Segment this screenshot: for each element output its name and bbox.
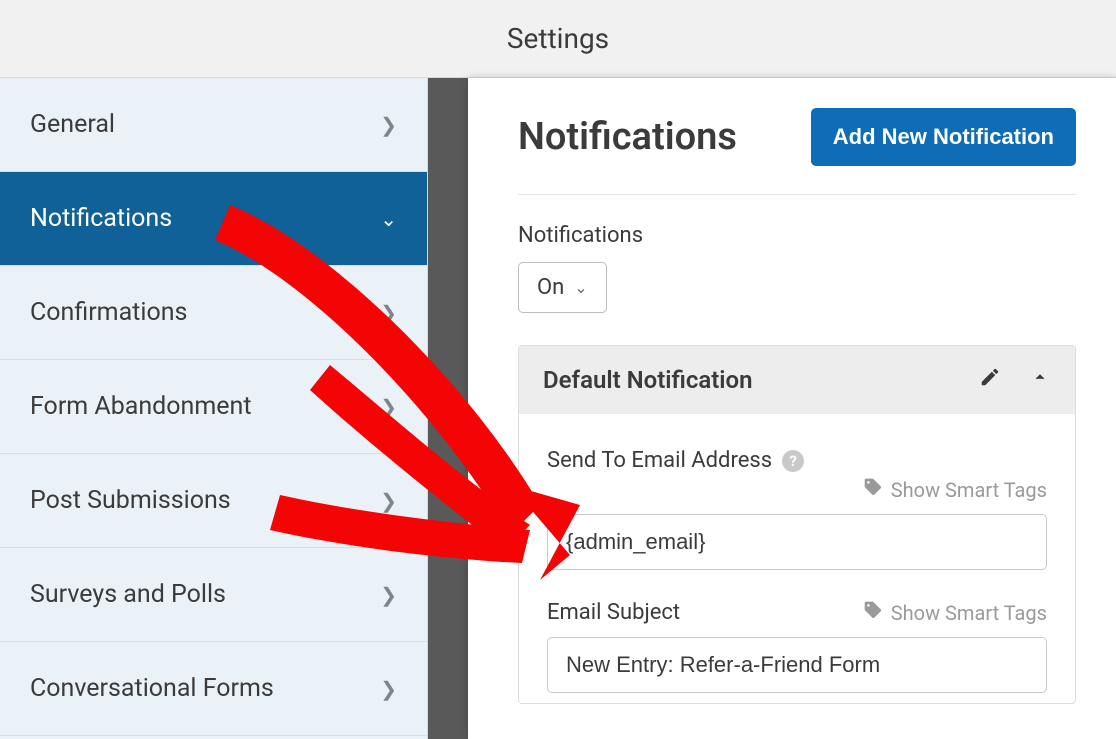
chevron-right-icon: ❯ [380, 113, 397, 137]
email-subject-label: Email Subject [547, 600, 680, 625]
show-smart-tags-link[interactable]: Show Smart Tags [863, 477, 1047, 502]
sidebar-item-confirmations[interactable]: Confirmations ❯ [0, 266, 427, 360]
notifications-toggle-select[interactable]: On ⌄ [518, 262, 607, 313]
sidebar-item-conversational-forms[interactable]: Conversational Forms ❯ [0, 642, 427, 736]
send-to-email-input[interactable] [547, 514, 1047, 570]
sidebar-item-label: Form Abandonment [30, 392, 252, 421]
panel-title: Notifications [518, 115, 737, 159]
chevron-right-icon: ❯ [380, 301, 397, 325]
card-body: Send To Email Address ? Show Smart Tags [519, 414, 1075, 703]
panel-header: Notifications Add New Notification [518, 108, 1076, 195]
sidebar-item-label: Surveys and Polls [30, 580, 226, 609]
chevron-down-icon: ⌄ [380, 207, 397, 231]
collapse-icon[interactable] [1029, 366, 1051, 394]
top-bar: Settings [0, 0, 1116, 78]
sidebar-item-label: General [30, 110, 115, 139]
page-title: Settings [507, 22, 609, 55]
card-actions [979, 366, 1051, 394]
settings-sidebar: General ❯ Notifications ⌄ Confirmations … [0, 78, 428, 739]
tag-icon [863, 600, 883, 625]
add-new-notification-button[interactable]: Add New Notification [811, 108, 1076, 166]
sidebar-item-general[interactable]: General ❯ [0, 78, 427, 172]
show-smart-tags-link[interactable]: Show Smart Tags [863, 600, 1047, 625]
sidebar-item-notifications[interactable]: Notifications ⌄ [0, 172, 427, 266]
sidebar-item-label: Conversational Forms [30, 674, 274, 703]
smart-tags-label: Show Smart Tags [891, 478, 1047, 502]
sidebar-item-surveys-polls[interactable]: Surveys and Polls ❯ [0, 548, 427, 642]
send-to-label: Send To Email Address [547, 448, 772, 473]
card-title: Default Notification [543, 366, 753, 394]
help-icon[interactable]: ? [782, 450, 804, 472]
smart-tags-label: Show Smart Tags [891, 601, 1047, 625]
tag-icon [863, 477, 883, 502]
email-subject-input[interactable] [547, 637, 1047, 693]
subject-row: Email Subject Show Smart Tags [547, 600, 1047, 625]
content-wrap: Notifications Add New Notification Notif… [468, 78, 1116, 739]
chevron-right-icon: ❯ [380, 677, 397, 701]
sidebar-item-form-abandonment[interactable]: Form Abandonment ❯ [0, 360, 427, 454]
edit-icon[interactable] [979, 366, 1001, 394]
chevron-right-icon: ❯ [380, 489, 397, 513]
send-to-row: Send To Email Address ? [547, 448, 1047, 473]
sidebar-item-label: Confirmations [30, 298, 187, 327]
notifications-toggle-label: Notifications [518, 223, 1076, 248]
select-value: On [537, 275, 564, 300]
sidebar-item-label: Post Submissions [30, 486, 231, 515]
chevron-right-icon: ❯ [380, 583, 397, 607]
sidebar-item-label: Notifications [30, 204, 172, 233]
chevron-right-icon: ❯ [380, 395, 397, 419]
sidebar-item-post-submissions[interactable]: Post Submissions ❯ [0, 454, 427, 548]
card-header[interactable]: Default Notification [519, 346, 1075, 414]
notifications-panel: Notifications Add New Notification Notif… [468, 78, 1116, 739]
gutter [428, 78, 468, 739]
layout: General ❯ Notifications ⌄ Confirmations … [0, 78, 1116, 739]
chevron-down-icon: ⌄ [574, 278, 587, 297]
default-notification-card: Default Notification Send To Email Addr [518, 345, 1076, 704]
